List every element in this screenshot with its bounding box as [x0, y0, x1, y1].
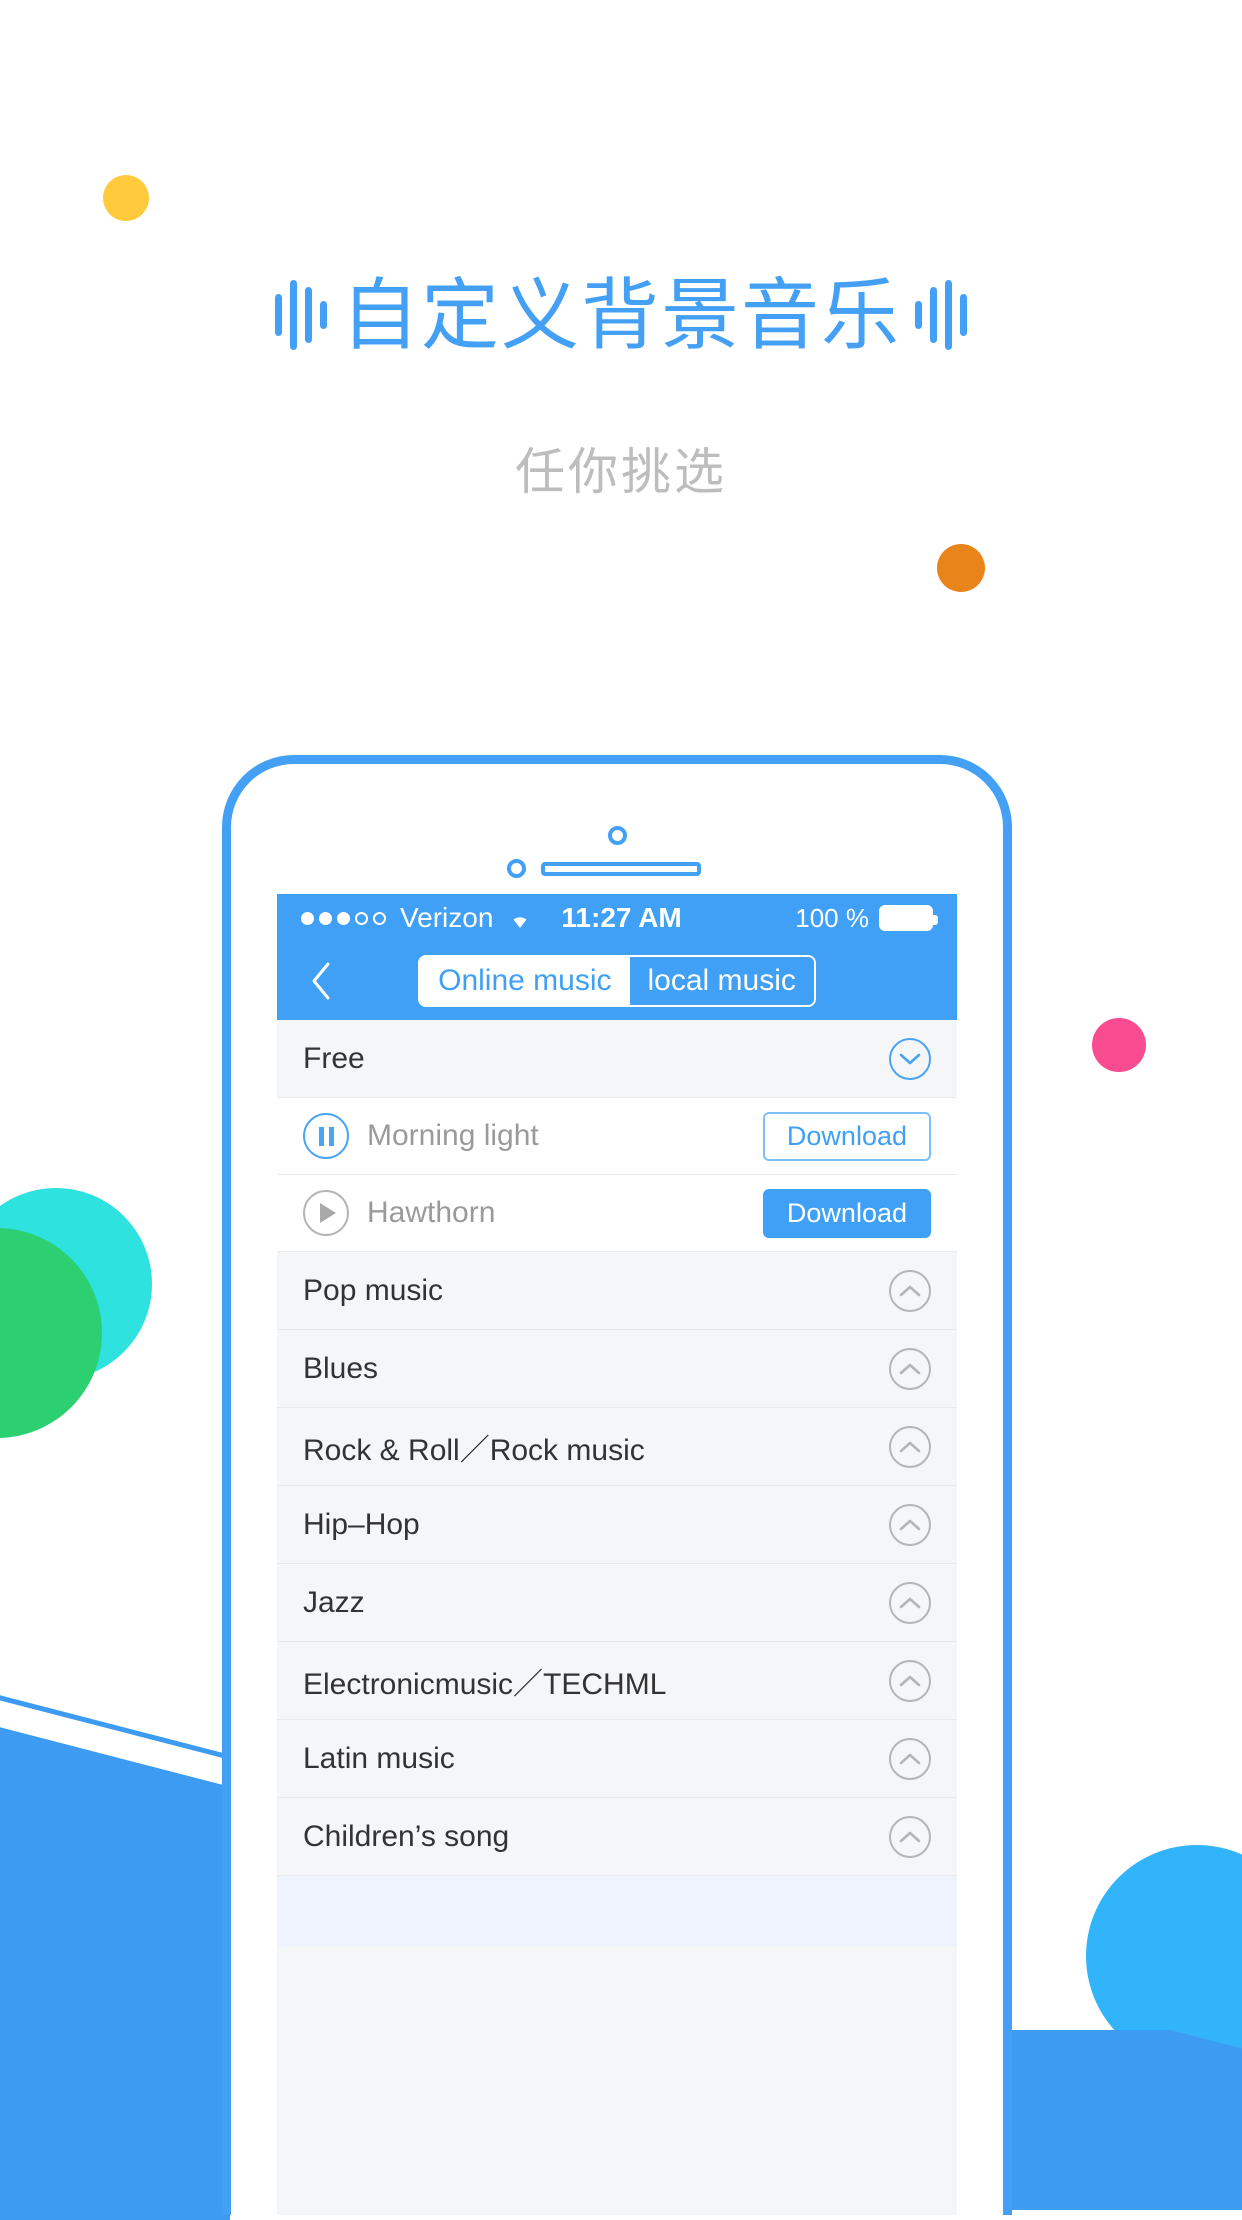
chevron-up-icon[interactable]	[889, 1659, 931, 1702]
status-bar-right: 100 %	[795, 902, 938, 934]
list-item-group-jazz[interactable]: Jazz	[277, 1564, 957, 1642]
phone-top-bezel	[231, 764, 1003, 894]
proximity-sensor-icon	[507, 859, 526, 878]
list-item-group-rock[interactable]: Rock & Roll／Rock music	[277, 1408, 957, 1486]
back-button[interactable]	[299, 959, 343, 1003]
chevron-down-icon[interactable]	[889, 1037, 931, 1080]
download-button[interactable]: Download	[762, 1188, 931, 1238]
wifi-icon	[505, 906, 535, 930]
list-item-song-morning-light[interactable]: Morning light Download	[277, 1098, 957, 1175]
segmented-control[interactable]: Online music local music	[418, 955, 816, 1007]
song-title: Hawthorn	[367, 1196, 496, 1229]
carrier-label: Verizon	[400, 902, 494, 933]
decorative-dot-pink	[1092, 1018, 1146, 1072]
chevron-up-icon[interactable]	[889, 1737, 931, 1780]
battery-icon	[879, 905, 938, 931]
phone-screen: Verizon 11:27 AM 100 % Online music loca…	[277, 894, 957, 2215]
clock-label: 11:27 AM	[561, 902, 682, 933]
chevron-up-icon[interactable]	[889, 1425, 931, 1468]
decorative-dot-yellow	[103, 175, 149, 221]
list-item-group-childrens-song[interactable]: Children’s song	[277, 1798, 957, 1876]
group-label: Latin music	[303, 1741, 455, 1775]
chevron-up-icon[interactable]	[889, 1581, 931, 1624]
chevron-up-icon[interactable]	[889, 1503, 931, 1546]
decorative-dot-orange	[937, 544, 985, 592]
status-bar: Verizon 11:27 AM 100 %	[277, 894, 957, 942]
list-item-group-latin[interactable]: Latin music	[277, 1720, 957, 1798]
list-item-group-blues[interactable]: Blues	[277, 1330, 957, 1408]
pause-icon[interactable]	[303, 1113, 349, 1159]
decorative-band-left	[0, 1620, 230, 2220]
tab-local-music[interactable]: local music	[629, 957, 814, 1005]
sound-wave-icon-left	[274, 280, 327, 350]
front-camera-icon	[608, 826, 627, 845]
group-label: Hip–Hop	[303, 1507, 420, 1541]
chevron-up-icon[interactable]	[889, 1269, 931, 1312]
group-label: Electronicmusic／TECHML	[303, 1667, 667, 1701]
group-label: Children’s song	[303, 1819, 510, 1853]
hero-headline-row: 自定义背景音乐	[0, 276, 1242, 354]
phone-mockup: Verizon 11:27 AM 100 % Online music loca…	[222, 755, 1012, 2215]
list-item-group-free[interactable]: Free	[277, 1020, 957, 1098]
page-title: 自定义背景音乐	[340, 271, 901, 359]
group-label: Free	[303, 1041, 365, 1075]
battery-percent-label: 100 %	[795, 902, 869, 933]
chevron-up-icon[interactable]	[889, 1347, 931, 1390]
sound-wave-icon-right	[915, 280, 967, 350]
group-label: Rock & Roll／Rock music	[303, 1433, 645, 1467]
list-item-group-hip-hop[interactable]: Hip–Hop	[277, 1486, 957, 1564]
group-label: Jazz	[303, 1585, 365, 1619]
page-subtitle: 任你挑选	[515, 444, 727, 500]
group-label: Blues	[303, 1351, 379, 1385]
download-button[interactable]: Download	[762, 1111, 931, 1161]
signal-strength-icon	[301, 911, 386, 925]
earpiece-speaker-icon	[541, 862, 701, 876]
play-icon[interactable]	[303, 1190, 349, 1236]
list-item-song-hawthorn[interactable]: Hawthorn Download	[277, 1175, 957, 1252]
chevron-left-icon	[312, 962, 330, 1000]
music-category-list: Free Morning light Download Hawthorn Dow…	[277, 1020, 957, 1946]
list-bottom-spacer	[277, 1876, 957, 1946]
decorative-band-right	[992, 2030, 1242, 2210]
list-item-group-electronic[interactable]: Electronicmusic／TECHML	[277, 1642, 957, 1720]
list-item-group-pop-music[interactable]: Pop music	[277, 1252, 957, 1330]
song-title: Morning light	[367, 1119, 539, 1152]
nav-bar: Online music local music	[277, 942, 957, 1020]
tab-online-music[interactable]: Online music	[420, 957, 630, 1005]
group-label: Pop music	[303, 1273, 444, 1307]
chevron-up-icon[interactable]	[889, 1815, 931, 1858]
